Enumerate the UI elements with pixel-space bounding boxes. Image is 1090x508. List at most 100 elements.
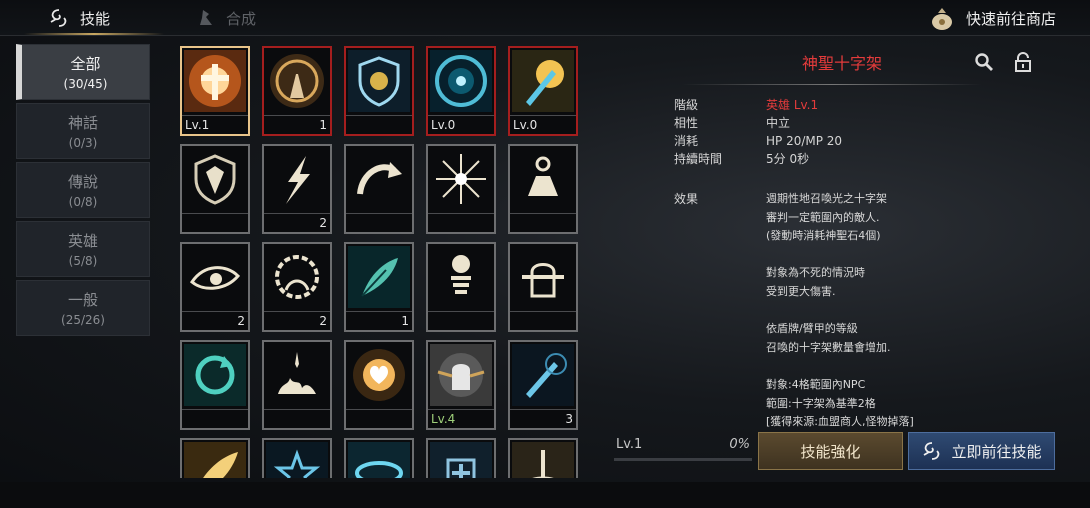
search-icon[interactable] — [974, 52, 994, 72]
prop-value: 英雄 Lv.1 — [766, 98, 819, 112]
category-hero[interactable]: 英雄 (5/8) — [16, 221, 150, 277]
tab-craft[interactable]: 合成 — [196, 0, 256, 36]
praying-hands-icon — [266, 50, 328, 112]
skill-slot[interactable] — [508, 438, 578, 478]
thorn-head-icon — [266, 246, 328, 308]
ring-icon — [348, 442, 410, 478]
altar-icon — [512, 148, 574, 210]
shop-shortcut[interactable]: 快速前往商店 — [928, 0, 1056, 36]
category-all[interactable]: 全部 (30/45) — [16, 44, 150, 100]
skill-slot[interactable]: 1 — [262, 46, 332, 136]
lock-icon[interactable] — [1014, 52, 1032, 72]
skill-slot[interactable] — [344, 46, 414, 136]
light-orb-icon — [430, 50, 492, 112]
category-name: 一般 — [67, 291, 98, 309]
skill-slot[interactable]: 2 — [262, 144, 332, 234]
skill-slot[interactable] — [262, 438, 332, 478]
skill-slot-footer — [428, 311, 494, 330]
skill-slot[interactable]: 1 — [344, 242, 414, 332]
skill-slot-footer — [346, 115, 412, 134]
skill-properties: 階級 英雄 Lv.1 相性 中立 消耗 HP 20/MP 20 持續時間 5分 … — [674, 96, 842, 168]
shop-shortcut-label: 快速前往商店 — [965, 9, 1056, 28]
skill-slot[interactable]: Lv.0 — [508, 46, 578, 136]
category-normal[interactable]: 一般 (25/26) — [16, 280, 150, 336]
skill-slot[interactable] — [344, 340, 414, 430]
knight-helm-icon — [512, 246, 574, 308]
skill-slot[interactable] — [508, 144, 578, 234]
title-divider — [682, 84, 982, 85]
skill-slot[interactable] — [344, 144, 414, 234]
tab-skills[interactable]: 技能 — [48, 0, 110, 36]
skill-level: Lv.1 — [185, 118, 210, 132]
skill-slot[interactable] — [262, 340, 332, 430]
prop-key: 消耗 — [674, 134, 699, 148]
effect-line: 週期性地召喚光之十字架 — [766, 192, 887, 205]
cross-badge-icon — [430, 442, 492, 478]
skill-slot[interactable]: 2 — [262, 242, 332, 332]
skill-slot[interactable]: 2 — [180, 242, 250, 332]
skill-slot-footer — [428, 213, 494, 232]
skill-slot-footer: Lv.1 — [182, 115, 248, 134]
category-name: 傳說 — [67, 173, 98, 191]
sword-icon — [512, 344, 574, 406]
skill-slot[interactable] — [508, 242, 578, 332]
starburst-icon — [430, 148, 492, 210]
effect-label: 效果 — [674, 192, 699, 206]
category-count: (25/26) — [61, 313, 105, 327]
skill-slot-footer: 2 — [182, 311, 248, 330]
skill-level-progress: Lv.1 0% — [614, 437, 752, 461]
skill-slot[interactable] — [426, 438, 496, 478]
skill-slot[interactable] — [426, 144, 496, 234]
skill-slot-footer: 2 — [264, 213, 330, 232]
skill-slot-footer — [346, 409, 412, 428]
skill-slot-footer: Lv.0 — [510, 115, 576, 134]
effect-description: 週期性地召喚光之十字架 審判一定範圍內的敵人. (發動時消耗神聖石4個) 對象為不死的… — [766, 190, 914, 432]
skill-slot-footer — [264, 409, 330, 428]
top-bar: 技能 合成 快速前往商店 — [0, 0, 1090, 36]
skill-slot[interactable] — [180, 340, 250, 430]
feather-icon — [348, 246, 410, 308]
skill-slot[interactable]: 3 — [508, 340, 578, 430]
skill-count: 1 — [401, 314, 409, 328]
category-myth[interactable]: 神話 (0/3) — [16, 103, 150, 159]
skill-slot[interactable]: Lv.1 — [180, 46, 250, 136]
skill-slot[interactable]: Lv.0 — [426, 46, 496, 136]
prop-value: 5分 0秒 — [766, 152, 810, 166]
category-legend[interactable]: 傳說 (0/8) — [16, 162, 150, 218]
skill-slot[interactable] — [426, 242, 496, 332]
category-name: 神話 — [67, 114, 98, 132]
category-name: 英雄 — [67, 232, 98, 250]
lightning-icon — [266, 148, 328, 210]
effect-line: 審判一定範圍內的敵人. — [766, 210, 880, 224]
effect-line: 範圍:十字架為基準2格 — [766, 396, 876, 410]
progress-track — [614, 458, 752, 461]
tab-craft-label: 合成 — [226, 9, 257, 28]
skill-slot-footer — [510, 311, 576, 330]
skill-slot[interactable] — [344, 438, 414, 478]
shield-icon — [184, 148, 246, 210]
enhance-skill-button[interactable]: 技能強化 — [758, 432, 903, 470]
skill-slot-footer: Lv.0 — [428, 115, 494, 134]
skill-slot[interactable]: Lv.4 — [426, 340, 496, 430]
skill-slot-footer: 2 — [264, 311, 330, 330]
effect-line: (發動時消耗神聖石4個) — [766, 229, 881, 243]
category-count: (0/3) — [68, 136, 98, 150]
holy-cross-icon — [184, 50, 246, 112]
radiant-sword-icon — [512, 50, 574, 112]
category-sidebar: 全部 (30/45) 神話 (0/3) 傳說 (0/8) 英雄 (5/8) 一般… — [16, 44, 150, 339]
goto-skill-button[interactable]: 立即前往技能 — [908, 432, 1055, 470]
effect-line — [766, 357, 914, 376]
skill-count: 1 — [319, 118, 327, 132]
category-name: 全部 — [70, 55, 101, 73]
progress-level: Lv.1 — [616, 437, 643, 452]
orb-pillar-icon — [430, 246, 492, 308]
skill-level: Lv.0 — [431, 118, 456, 132]
skill-slot[interactable] — [180, 144, 250, 234]
skill-level: Lv.4 — [431, 412, 456, 426]
skill-slot-footer — [510, 213, 576, 232]
skill-slot-footer: 3 — [510, 409, 576, 428]
money-bag-icon — [928, 4, 956, 32]
skill-slot[interactable] — [180, 438, 250, 478]
category-count: (30/45) — [63, 77, 108, 91]
flame-sparkle-icon — [266, 344, 328, 406]
